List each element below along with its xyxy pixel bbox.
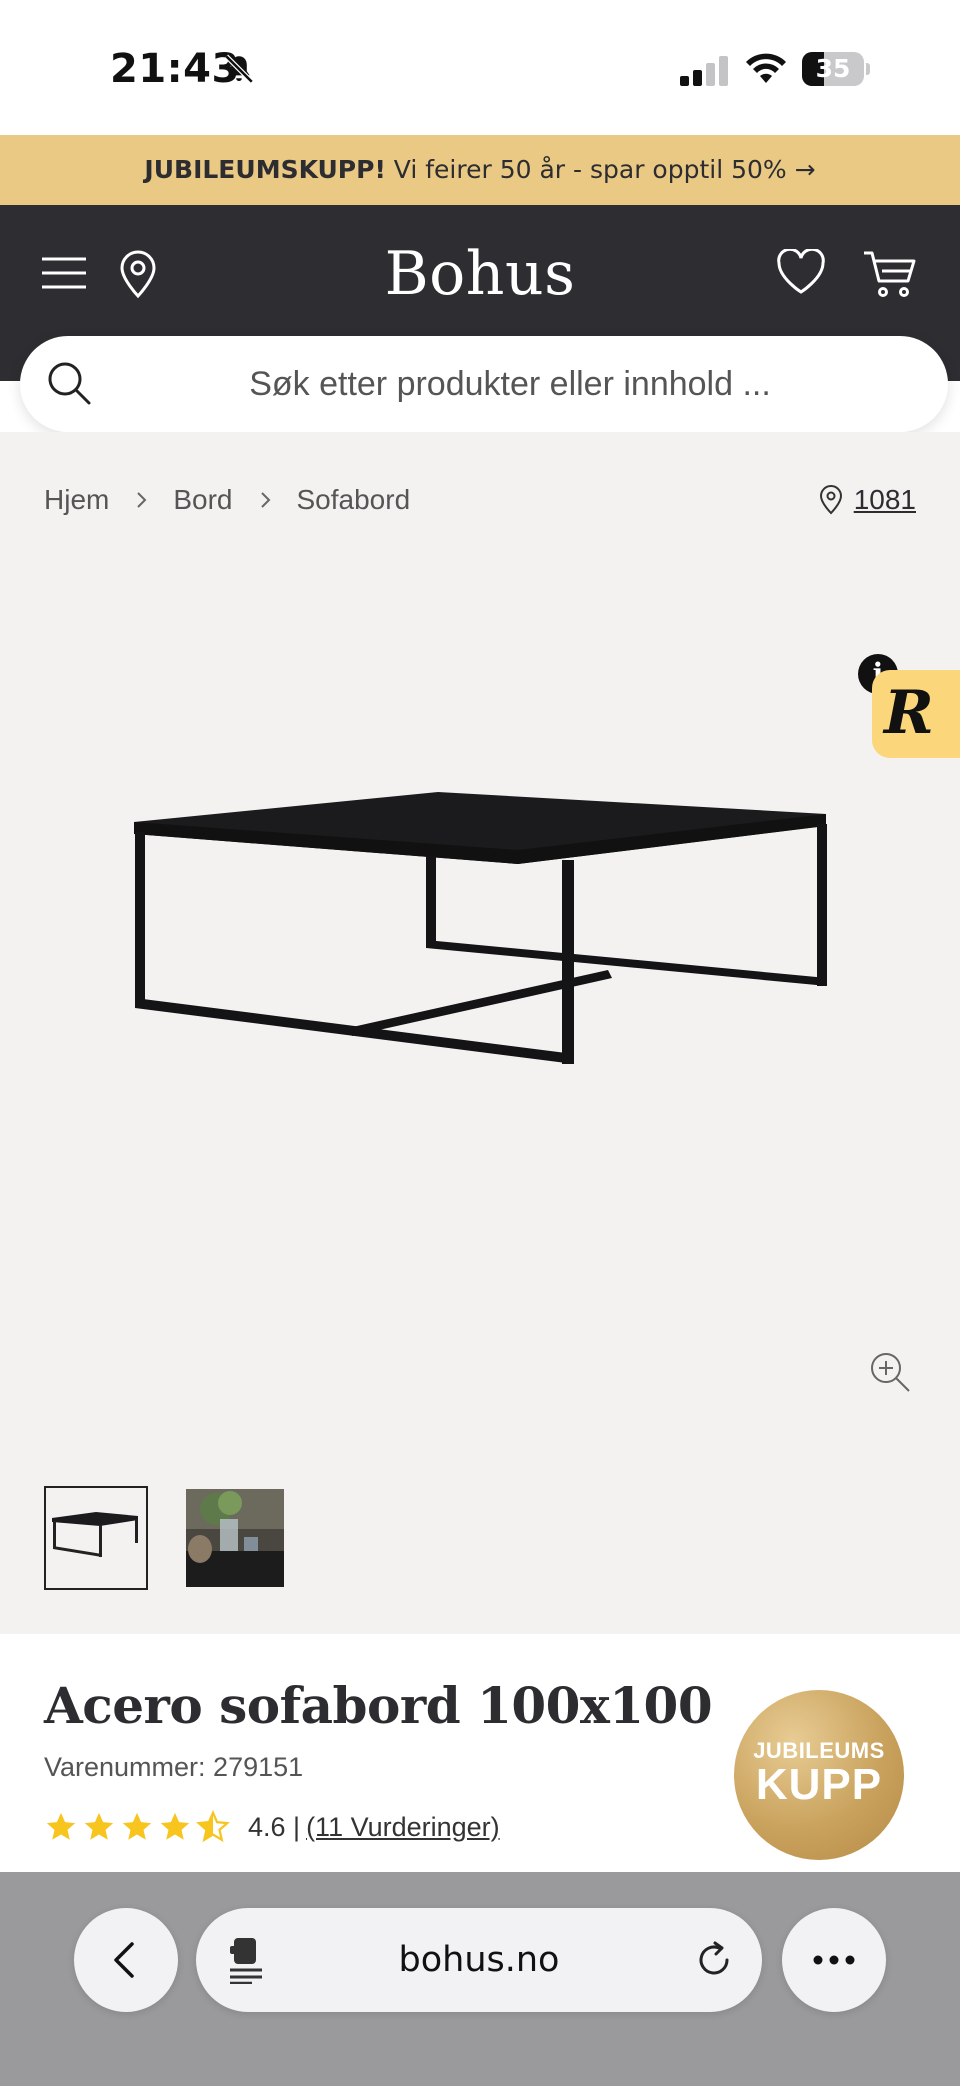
more-button[interactable] [782,1908,886,2012]
star-full-icon [84,1812,114,1840]
status-time: 21:43 [110,46,240,92]
breadcrumb: Hjem Bord Sofabord [44,480,410,520]
product-title: Acero sofabord 100x100 [44,1676,713,1735]
thumbnail-table-image [52,1512,138,1557]
thumbnail-room-image [186,1489,284,1587]
product-info: Acero sofabord 100x100 Varenummer: 27915… [0,1634,960,1872]
chevron-right-icon [260,492,270,508]
product-gallery: Hjem Bord Sofabord 1081 i R [0,432,960,1634]
heart-icon[interactable] [776,249,826,295]
star-half-icon [196,1810,230,1843]
promo-bold-text: JUBILEUMSKUPP! [144,155,386,184]
location-pin-icon[interactable] [116,249,160,299]
chevron-left-icon [114,1942,134,1978]
product-image[interactable] [120,792,840,1252]
star-full-icon [160,1812,190,1840]
cart-icon[interactable] [862,249,918,299]
store-number-link[interactable]: 1081 [854,484,916,516]
wifi-icon [746,53,786,83]
search-input[interactable] [110,336,910,432]
product-rating[interactable]: 4.6 | (11 Vurderinger) [44,1810,500,1844]
reload-icon[interactable] [694,1940,734,1980]
zoom-in-icon[interactable] [868,1350,912,1394]
rating-value: 4.6 | [248,1811,301,1842]
star-full-icon [122,1812,152,1840]
star-full-icon [46,1812,76,1840]
search-bar[interactable] [20,336,948,432]
bell-slash-icon [224,54,254,84]
ellipsis-icon [813,1955,855,1965]
thumbnail-1[interactable] [44,1486,148,1590]
jubileum-badge: JUBILEUMS KUPP [734,1690,904,1860]
thumbnail-2[interactable] [186,1489,284,1587]
battery-percent: 35 [815,54,851,83]
store-selector[interactable]: 1081 [818,480,916,520]
url-text: bohus.no [398,1940,560,1980]
r-widget-badge[interactable]: R [872,670,960,758]
reviews-link[interactable]: (11 Vurderinger) [306,1812,500,1843]
battery-icon: 35 [802,52,870,86]
menu-icon[interactable] [40,253,88,293]
promo-text: Vi feirer 50 år - spar opptil 50% → [385,155,816,184]
breadcrumb-sofabord[interactable]: Sofabord [297,484,411,516]
promo-banner[interactable]: JUBILEUMSKUPP! Vi feirer 50 år - spar op… [0,135,960,205]
search-icon[interactable] [46,360,92,406]
jubileum-line2: KUPP [755,1760,883,1809]
status-bar: 21:43 35 [0,0,960,135]
chevron-right-icon [137,492,147,508]
cellular-signal-icon [680,56,728,86]
breadcrumb-home[interactable]: Hjem [44,484,109,516]
address-bar[interactable]: bohus.no [196,1908,762,2012]
product-sku: Varenummer: 279151 [44,1752,304,1782]
logo-text[interactable]: Bohus [385,239,576,309]
back-button[interactable] [74,1908,178,2012]
location-pin-icon [819,485,842,515]
breadcrumb-bord[interactable]: Bord [173,484,232,516]
browser-toolbar: bohus.no [0,1872,960,2086]
